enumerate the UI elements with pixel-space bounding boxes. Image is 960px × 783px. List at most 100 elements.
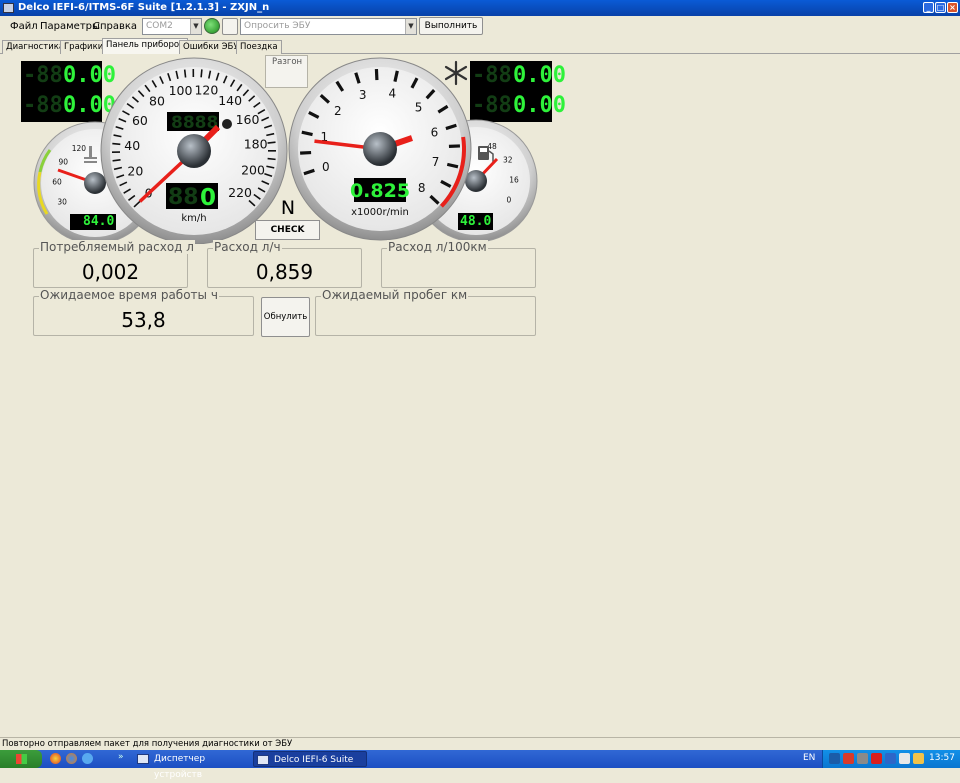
speed-tick — [268, 159, 276, 160]
check-engine-indicator: CHECK — [255, 220, 320, 240]
tab-strip: Диагностика Графики Панель приборов Ошиб… — [0, 38, 960, 54]
consumption-value: 0,002 — [34, 260, 187, 284]
svg-text:88: 88 — [168, 185, 199, 210]
taskbar: » Диспетчер устройств Delco IEFI-6 Suite… — [0, 750, 960, 768]
query-select[interactable]: Опросить ЭБУ ▼ — [240, 18, 417, 35]
maximize-button[interactable]: □ — [935, 2, 946, 13]
speed-tick — [201, 69, 202, 77]
worktime-group: Ожидаемое время работы ч 53,8 — [33, 296, 254, 336]
tray-security-icon[interactable] — [843, 753, 854, 764]
speed-scale-label: 140 — [218, 93, 242, 108]
worktime-value: 53,8 — [34, 308, 253, 332]
title-bar[interactable]: Delco IEFI-6/ITMS-6F Suite [1.2.1.3] - Z… — [0, 0, 960, 16]
acceleration-panel[interactable]: Разгон — [265, 55, 308, 88]
chrome-icon[interactable] — [50, 753, 61, 764]
tray-usb-icon[interactable] — [857, 753, 868, 764]
tab-trip[interactable]: Поездка — [236, 40, 282, 54]
coolant-scale-label: 60 — [52, 178, 62, 187]
rpm-hub — [363, 132, 397, 166]
status-text: Повторно отправляем пакет для получения … — [2, 739, 292, 749]
rpm-scale-label: 3 — [359, 88, 367, 102]
tray-browser-icon[interactable] — [885, 753, 896, 764]
rpm-scale-label: 0 — [322, 160, 330, 174]
rpm-scale-label: 2 — [334, 104, 342, 118]
rpm-unit: x1000r/min — [351, 207, 409, 218]
task-delco-label: Delco IEFI-6 Suite — [274, 755, 353, 765]
ie-icon[interactable] — [82, 753, 93, 764]
tray-ati-icon[interactable] — [871, 753, 882, 764]
speed-scale-label: 180 — [244, 137, 268, 152]
tab-diagnostics[interactable]: Диагностика — [2, 40, 68, 54]
tab-ecu-errors[interactable]: Ошибки ЭБУ — [179, 40, 243, 54]
snowflake-icon — [446, 62, 466, 84]
speed-scale-label: 40 — [124, 138, 140, 153]
speed-scale-label: 20 — [127, 163, 143, 178]
speed-scale-label: 80 — [149, 94, 165, 109]
connect-icon[interactable] — [204, 18, 220, 34]
speed-hub — [177, 134, 211, 168]
coolant-scale-label: 120 — [72, 144, 87, 153]
stop-button[interactable] — [222, 18, 238, 35]
menu-help[interactable]: Справка — [93, 21, 137, 32]
start-button[interactable] — [0, 750, 42, 768]
tray-alert-icon[interactable] — [913, 753, 924, 764]
rate-value: 0,859 — [208, 260, 361, 284]
device-manager-icon — [137, 754, 149, 764]
speed-scale-label: 200 — [241, 162, 265, 177]
speed-scale-label: 100 — [169, 83, 193, 98]
rate-label: Расход л/ч — [213, 240, 282, 254]
rpm-scale-label: 6 — [431, 125, 439, 139]
port-value: COM2 — [146, 21, 173, 31]
tray-network-icon[interactable] — [829, 753, 840, 764]
rpm-tick — [302, 132, 313, 134]
speed-scale-label: 60 — [132, 113, 148, 128]
app-icon — [3, 3, 14, 13]
coolant-hub — [84, 172, 106, 194]
speed-tick — [112, 144, 120, 145]
close-button[interactable]: × — [947, 2, 958, 13]
menu-file[interactable]: Файл — [10, 21, 38, 32]
per100-group: Расход л/100км — [381, 248, 536, 288]
firefox-icon[interactable] — [66, 753, 77, 764]
speed-scale-label: 160 — [236, 112, 260, 127]
task-device-manager-label: Диспетчер устройств — [154, 754, 205, 780]
execute-button[interactable]: Выполнить — [419, 17, 483, 35]
quicklaunch-expand-icon[interactable]: » — [118, 752, 124, 762]
tray-volume-icon[interactable] — [899, 753, 910, 764]
coolant-scale-label: 30 — [57, 198, 67, 207]
chevron-down-icon[interactable]: ▼ — [405, 19, 416, 34]
rpm-scale-label: 8 — [418, 181, 426, 195]
task-device-manager[interactable]: Диспетчер устройств — [134, 751, 247, 767]
tachometer: 012345678 0.825 x1000r/min — [289, 58, 471, 240]
task-delco[interactable]: Delco IEFI-6 Suite — [253, 751, 367, 767]
port-select[interactable]: COM2 ▼ — [142, 18, 202, 35]
speed-scale-label: 220 — [228, 185, 252, 200]
worktime-label: Ожидаемое время работы ч — [39, 288, 219, 302]
mileage-group: Ожидаемый пробег км — [315, 296, 536, 336]
tab-dashboard[interactable]: Панель приборов — [102, 38, 188, 54]
fuel-hub — [465, 170, 487, 192]
delco-app-icon — [257, 755, 269, 765]
coolant-lcd: 84.0 — [83, 214, 114, 229]
trip-knob-icon — [222, 119, 232, 129]
acceleration-label: Разгон — [272, 57, 302, 67]
menu-params[interactable]: Параметры — [40, 21, 100, 32]
windows-logo-icon — [16, 754, 27, 764]
gear-indicator: N — [281, 197, 295, 219]
tab-graphs[interactable]: Графики — [60, 40, 107, 54]
speed-scale-label: 120 — [194, 83, 218, 98]
window-title: Delco IEFI-6/ITMS-6F Suite [1.2.1.3] - Z… — [18, 2, 269, 13]
language-indicator[interactable]: EN — [803, 753, 815, 763]
chevron-down-icon[interactable]: ▼ — [190, 19, 201, 34]
speed-value: 0 — [200, 185, 216, 211]
mileage-label: Ожидаемый пробег км — [321, 288, 468, 302]
clock: 13:57 — [929, 753, 955, 763]
minimize-button[interactable]: _ — [923, 2, 934, 13]
rate-group: Расход л/ч 0,859 — [207, 248, 362, 288]
reset-button[interactable]: Обнулить — [261, 297, 310, 337]
consumption-group: Потребляемый расход л 0,002 — [33, 248, 188, 288]
coolant-scale-label: 90 — [58, 158, 68, 167]
rpm-scale-label: 5 — [415, 100, 423, 114]
speed-tick — [268, 142, 276, 143]
system-tray: 13:57 — [822, 750, 960, 768]
